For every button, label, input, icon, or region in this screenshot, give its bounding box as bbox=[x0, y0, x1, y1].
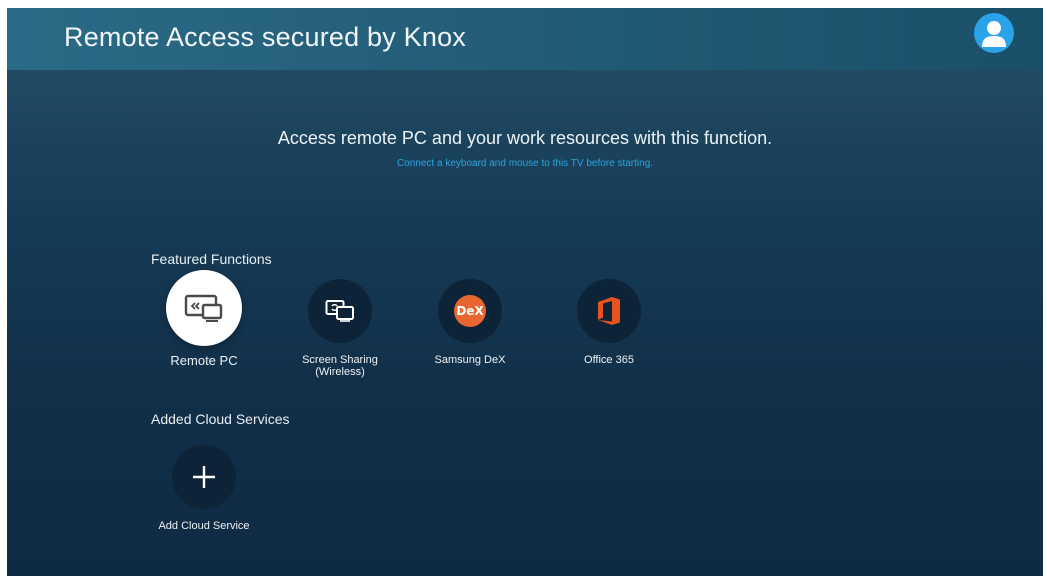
tile-screen-sharing[interactable]: Screen Sharing (Wireless) bbox=[280, 274, 400, 378]
app-title: Remote Access secured by Knox bbox=[64, 22, 466, 52]
samsung-dex-icon: DeX bbox=[454, 295, 486, 327]
screen-sharing-icon bbox=[325, 300, 354, 322]
added-cloud-services-title: Added Cloud Services bbox=[151, 411, 290, 427]
screen-sharing-circle bbox=[308, 279, 372, 343]
featured-functions-title: Featured Functions bbox=[151, 251, 272, 267]
hero-main-text: Access remote PC and your work resources… bbox=[277, 128, 773, 148]
tile-add-cloud-service[interactable]: Add Cloud Service bbox=[144, 440, 264, 532]
office-365-circle bbox=[577, 279, 641, 343]
office-365-icon bbox=[598, 297, 620, 325]
remote-pc-circle bbox=[166, 270, 242, 346]
header-bar: Remote Access secured by Knox bbox=[7, 8, 1043, 70]
remote-pc-icon bbox=[184, 294, 223, 322]
tile-label-screen-sharing: Screen Sharing (Wireless) bbox=[302, 354, 378, 378]
add-cloud-service-circle bbox=[172, 445, 236, 509]
user-avatar-icon[interactable] bbox=[974, 13, 1014, 53]
hero-sub-text: Connect a keyboard and mouse to this TV … bbox=[396, 158, 654, 169]
tv-screen: Remote Access secured by Knox Access rem… bbox=[7, 8, 1043, 576]
tile-label-add-cloud-service: Add Cloud Service bbox=[158, 520, 250, 532]
tile-office-365[interactable]: Office 365 bbox=[549, 274, 669, 366]
tile-label-office-365: Office 365 bbox=[584, 354, 634, 366]
tile-label-remote-pc: Remote PC bbox=[170, 353, 238, 368]
plus-icon bbox=[193, 466, 215, 488]
tile-remote-pc[interactable]: Remote PC bbox=[144, 270, 264, 367]
tile-label-samsung-dex: Samsung DeX bbox=[434, 354, 506, 366]
tile-samsung-dex[interactable]: DeX Samsung DeX bbox=[410, 274, 530, 366]
samsung-dex-circle: DeX bbox=[438, 279, 502, 343]
